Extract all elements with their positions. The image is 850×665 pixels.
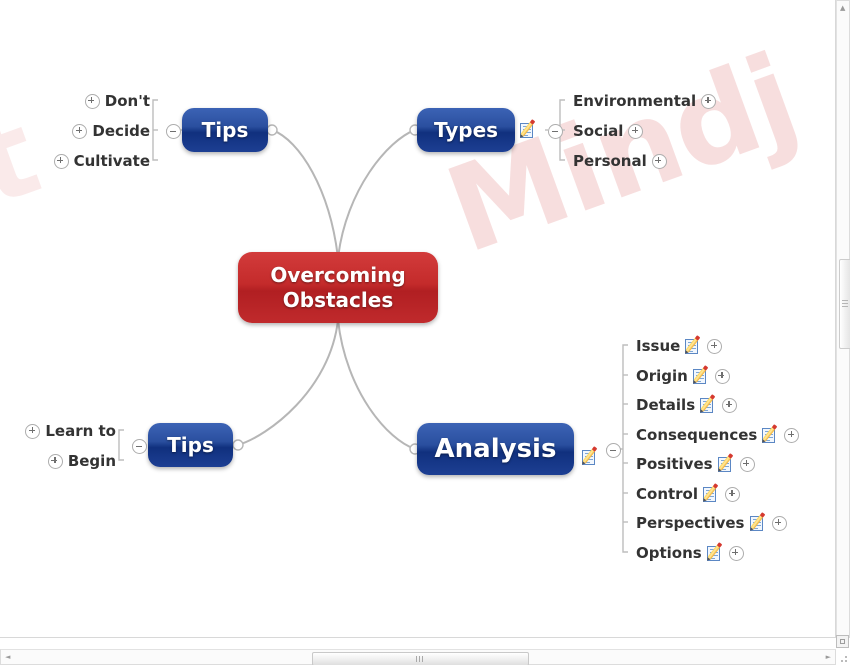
vertical-scrollbar-thumb[interactable] (839, 259, 850, 349)
note-icon-perspectives[interactable] (749, 514, 767, 532)
leaf-begin[interactable]: Begin (0, 452, 120, 470)
horizontal-scrollbar-thumb[interactable] (312, 652, 529, 665)
leaf-control[interactable]: Control (636, 485, 741, 503)
leaf-label-control: Control (636, 485, 699, 503)
leaf-social[interactable]: Social (573, 122, 644, 140)
expand-toggle-issue[interactable] (707, 338, 723, 354)
leaf-positives[interactable]: Positives (636, 455, 755, 473)
mindmap-canvas[interactable]: Mindj et Overcoming Obstacles Tips Don't… (0, 0, 836, 638)
leaf-consequences[interactable]: Consequences (636, 426, 800, 444)
branch-node-tips-top[interactable]: Tips (182, 108, 268, 152)
expand-toggle-environmental[interactable] (701, 93, 717, 109)
collapse-toggle-tips-bottom[interactable] (132, 439, 147, 454)
leaf-cultivate[interactable]: Cultivate (0, 152, 154, 170)
branch-node-tips-bottom[interactable]: Tips (148, 423, 233, 467)
leaf-label-details: Details (636, 396, 696, 414)
leaf-environmental[interactable]: Environmental (573, 92, 717, 110)
note-icon-origin[interactable] (692, 367, 710, 385)
scroll-right-arrow-icon[interactable]: ► (826, 654, 831, 661)
branch-node-types[interactable]: Types (417, 108, 515, 152)
leaf-label-social: Social (573, 122, 624, 140)
leaf-details[interactable]: Details (636, 396, 738, 414)
note-icon-types[interactable] (520, 121, 537, 139)
expand-toggle-begin[interactable] (47, 453, 63, 469)
mindmap-window: Mindj et Overcoming Obstacles Tips Don't… (0, 0, 850, 665)
scrollbar-corner-button[interactable] (836, 635, 849, 648)
expand-toggle-positives[interactable] (739, 456, 755, 472)
expand-toggle-consequences[interactable] (784, 427, 800, 443)
branch-node-tips-top-label: Tips (201, 118, 249, 142)
leaf-label-positives: Positives (636, 455, 713, 473)
leaf-origin[interactable]: Origin (636, 367, 730, 385)
note-icon-consequences[interactable] (762, 426, 779, 444)
expand-toggle-personal[interactable] (651, 153, 667, 169)
note-icon-positives[interactable] (717, 455, 735, 473)
scrollbar-grip (416, 656, 417, 662)
scroll-left-arrow-icon[interactable]: ◄ (5, 654, 10, 661)
leaf-personal[interactable]: Personal (573, 152, 667, 170)
expand-toggle-origin[interactable] (714, 368, 730, 384)
branch-node-types-label: Types (433, 118, 499, 142)
leaf-dont[interactable]: Don't (0, 92, 154, 110)
note-icon-control[interactable] (703, 485, 720, 503)
expand-toggle-social[interactable] (628, 123, 644, 139)
leaf-issue[interactable]: Issue (636, 337, 723, 355)
leaf-label-perspectives: Perspectives (636, 514, 745, 532)
note-icon-details[interactable] (700, 396, 717, 414)
leaf-label-personal: Personal (573, 152, 647, 170)
branch-node-tips-bottom-label: Tips (167, 433, 214, 457)
expand-toggle-cultivate[interactable] (53, 153, 69, 169)
leaf-decide[interactable]: Decide (0, 122, 154, 140)
leaf-label-origin: Origin (636, 367, 688, 385)
leaf-learn-to[interactable]: Learn to (0, 422, 120, 440)
leaf-label-consequences: Consequences (636, 426, 758, 444)
expand-toggle-decide[interactable] (72, 123, 88, 139)
expand-toggle-details[interactable] (722, 397, 738, 413)
scrollbar-grip (842, 300, 848, 301)
collapse-toggle-analysis[interactable] (606, 443, 621, 458)
leaf-label-dont: Don't (104, 92, 150, 110)
expand-toggle-learn-to[interactable] (25, 423, 41, 439)
leaf-label-environmental: Environmental (573, 92, 697, 110)
leaf-label-issue: Issue (636, 337, 681, 355)
note-icon-analysis[interactable] (582, 448, 599, 466)
note-icon-issue[interactable] (685, 337, 702, 355)
collapse-toggle-tips-top[interactable] (166, 124, 181, 139)
watermark-text: Mindj (430, 27, 813, 280)
leaf-options[interactable]: Options (636, 544, 744, 562)
collapse-toggle-types[interactable] (548, 124, 563, 139)
expand-toggle-options[interactable] (728, 545, 744, 561)
vertical-scrollbar[interactable]: ▲ (836, 0, 850, 638)
leaf-label-begin: Begin (67, 452, 116, 470)
leaf-label-decide: Decide (92, 122, 150, 140)
leaf-label-options: Options (636, 544, 702, 562)
horizontal-scrollbar[interactable]: ◄ ► (0, 649, 836, 665)
leaf-perspectives[interactable]: Perspectives (636, 514, 787, 532)
expand-toggle-control[interactable] (725, 486, 741, 502)
expand-toggle-perspectives[interactable] (771, 515, 787, 531)
branch-node-analysis[interactable]: Analysis (417, 423, 574, 475)
root-node[interactable]: Overcoming Obstacles (238, 252, 438, 323)
root-node-label-line2: Obstacles (282, 287, 394, 312)
expand-toggle-dont[interactable] (84, 93, 100, 109)
root-node-label-line1: Overcoming (270, 262, 406, 287)
leaf-label-learn-to: Learn to (45, 422, 116, 440)
branch-node-analysis-label: Analysis (434, 434, 557, 464)
note-icon-options[interactable] (706, 544, 724, 562)
window-resize-grip[interactable] (837, 652, 849, 664)
leaf-label-cultivate: Cultivate (73, 152, 150, 170)
scroll-up-arrow-icon[interactable]: ▲ (840, 5, 845, 12)
